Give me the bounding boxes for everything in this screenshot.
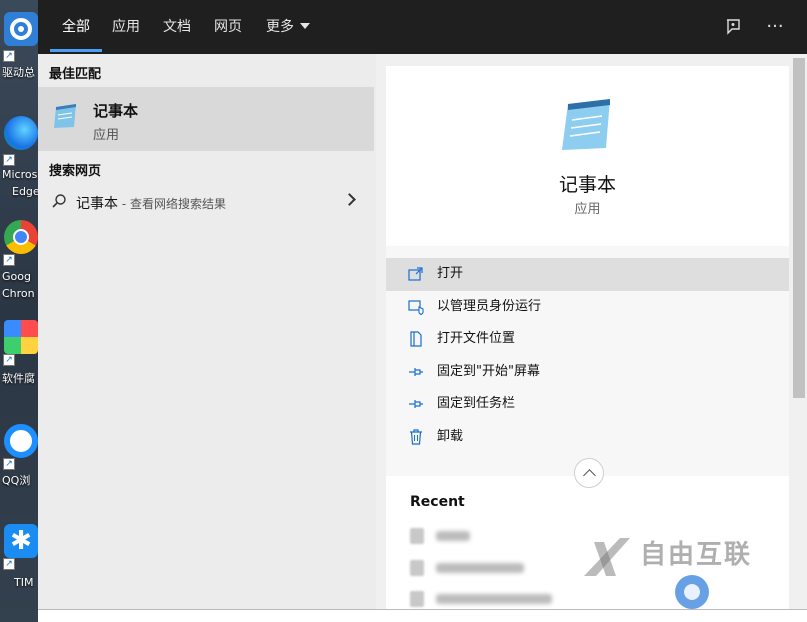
action-label: 卸载 — [437, 428, 464, 444]
recent-item[interactable] — [410, 589, 560, 609]
shortcut-arrow-icon: ↗ — [3, 558, 15, 570]
action-label: 固定到任务栏 — [437, 396, 516, 411]
shortcut-arrow-icon: ↗ — [3, 458, 15, 470]
desktop-icon-chrome[interactable]: ↗ Goog Chron — [0, 216, 38, 316]
chrome-icon — [4, 220, 38, 254]
scrollbar[interactable] — [791, 54, 807, 609]
action-run-as-admin[interactable]: 以管理员身份运行 — [386, 291, 789, 324]
file-icon — [410, 560, 424, 576]
tab-apps[interactable]: 应用 — [112, 0, 140, 54]
file-icon — [410, 528, 424, 544]
web-search-hint: - 查看网络搜索结果 — [118, 197, 226, 211]
desktop-icon-qq-browser[interactable]: ↗ QQ浏 — [0, 420, 38, 520]
desktop-icon-label: 驱动总 — [2, 66, 35, 79]
tab-all[interactable]: 全部 — [50, 0, 102, 54]
search-header: 全部 应用 文档 网页 更多 ··· — [38, 0, 807, 54]
tab-documents[interactable]: 文档 — [163, 0, 191, 54]
action-pin-start[interactable]: 固定到"开始"屏幕 — [386, 356, 789, 389]
web-search-query: 记事本 — [76, 196, 118, 212]
action-label: 固定到"开始"屏幕 — [437, 363, 540, 379]
tab-more[interactable]: 更多 — [266, 0, 310, 54]
open-icon — [408, 267, 423, 281]
desktop-icon-label-line2: Edge — [12, 185, 38, 198]
desktop-icon-label: Goog — [2, 270, 31, 283]
recent-item[interactable] — [410, 526, 490, 546]
shortcut-arrow-icon: ↗ — [3, 50, 15, 62]
desktop-icon-driver[interactable]: ↗ 驱动总 — [0, 10, 38, 110]
desktop-icon-label: QQ浏 — [2, 474, 31, 487]
action-label: 以管理员身份运行 — [437, 298, 542, 314]
recent-item-blurred — [436, 563, 524, 573]
preview-pane: 记事本 应用 打开 以管理员身份运行 打开文件位置 固定到"开始"屏幕 固定到任… — [386, 66, 789, 609]
feedback-icon[interactable] — [720, 14, 746, 40]
edge-icon — [4, 116, 38, 150]
preview-header: 记事本 应用 — [386, 66, 789, 246]
web-search-heading: 搜索网页 — [49, 164, 102, 179]
desktop-icon-label-line2: Chron — [2, 287, 35, 300]
shortcut-arrow-icon: ↗ — [3, 254, 15, 266]
notepad-icon — [54, 104, 76, 128]
action-uninstall[interactable]: 卸载 — [386, 421, 789, 454]
run-as-admin-icon — [408, 299, 424, 315]
notepad-large-icon — [562, 99, 610, 150]
desktop-icon-software[interactable]: ↗ 软件腐 — [0, 318, 38, 418]
best-match-item[interactable]: 记事本 应用 — [38, 87, 374, 151]
action-label: 打开文件位置 — [437, 331, 516, 346]
tab-web[interactable]: 网页 — [214, 0, 242, 54]
desktop-icon-label: Micros — [2, 168, 38, 181]
recent-item[interactable] — [410, 558, 550, 578]
scrollbar-thumb[interactable] — [793, 58, 805, 398]
results-pane: 最佳匹配 记事本 应用 搜索网页 记事本 - 查看网络搜索结果 — [38, 54, 376, 609]
search-input[interactable] — [38, 609, 807, 622]
desktop-icon-label: 软件腐 — [2, 372, 35, 385]
software-store-icon — [4, 320, 38, 354]
desktop-icon-label: TIM — [14, 576, 34, 589]
preview-app-name: 记事本 — [558, 174, 616, 196]
best-match-heading: 最佳匹配 — [49, 67, 102, 82]
preview-app-type: 应用 — [574, 202, 601, 217]
recent-heading: Recent — [410, 494, 465, 510]
recent-section: Recent — [386, 476, 789, 609]
action-pin-taskbar[interactable]: 固定到任务栏 — [386, 388, 789, 421]
tim-icon: ✱ — [4, 524, 38, 558]
recent-item-blurred — [436, 594, 552, 604]
chevron-down-icon — [300, 23, 310, 29]
shortcut-arrow-icon: ↗ — [3, 154, 15, 166]
action-list: 打开 以管理员身份运行 打开文件位置 固定到"开始"屏幕 固定到任务栏 卸载 — [386, 258, 789, 453]
desktop-icon-tim[interactable]: ✱ ↗ TIM — [0, 522, 38, 622]
chevron-right-icon — [343, 193, 356, 206]
recent-item-blurred — [436, 531, 470, 541]
driver-gear-icon — [4, 12, 38, 46]
search-icon — [52, 194, 66, 208]
web-search-item[interactable]: 记事本 - 查看网络搜索结果 — [38, 185, 374, 219]
best-match-type: 应用 — [93, 128, 120, 143]
action-label: 打开 — [437, 266, 464, 281]
action-open-file-location[interactable]: 打开文件位置 — [386, 323, 789, 356]
search-window: 全部 应用 文档 网页 更多 ··· 最佳匹配 记事本 应用 搜索网页 记事本 … — [38, 0, 807, 622]
action-open[interactable]: 打开 — [386, 258, 789, 291]
desktop-strip: ↗ 驱动总 ↗ Micros Edge ↗ Goog Chron ↗ 软件腐 ↗… — [0, 0, 38, 622]
best-match-name: 记事本 — [93, 102, 139, 120]
desktop-icon-edge[interactable]: ↗ Micros Edge — [0, 112, 38, 212]
tab-more-label: 更多 — [266, 19, 294, 35]
qq-browser-icon — [4, 424, 38, 458]
pin-taskbar-icon — [409, 400, 423, 408]
ellipsis-icon[interactable]: ··· — [762, 14, 788, 40]
file-icon — [410, 591, 424, 607]
uninstall-icon — [410, 428, 422, 445]
shortcut-arrow-icon: ↗ — [3, 354, 15, 366]
collapse-actions-button[interactable] — [574, 458, 604, 488]
file-location-icon — [410, 331, 422, 347]
pin-start-icon — [409, 367, 423, 376]
